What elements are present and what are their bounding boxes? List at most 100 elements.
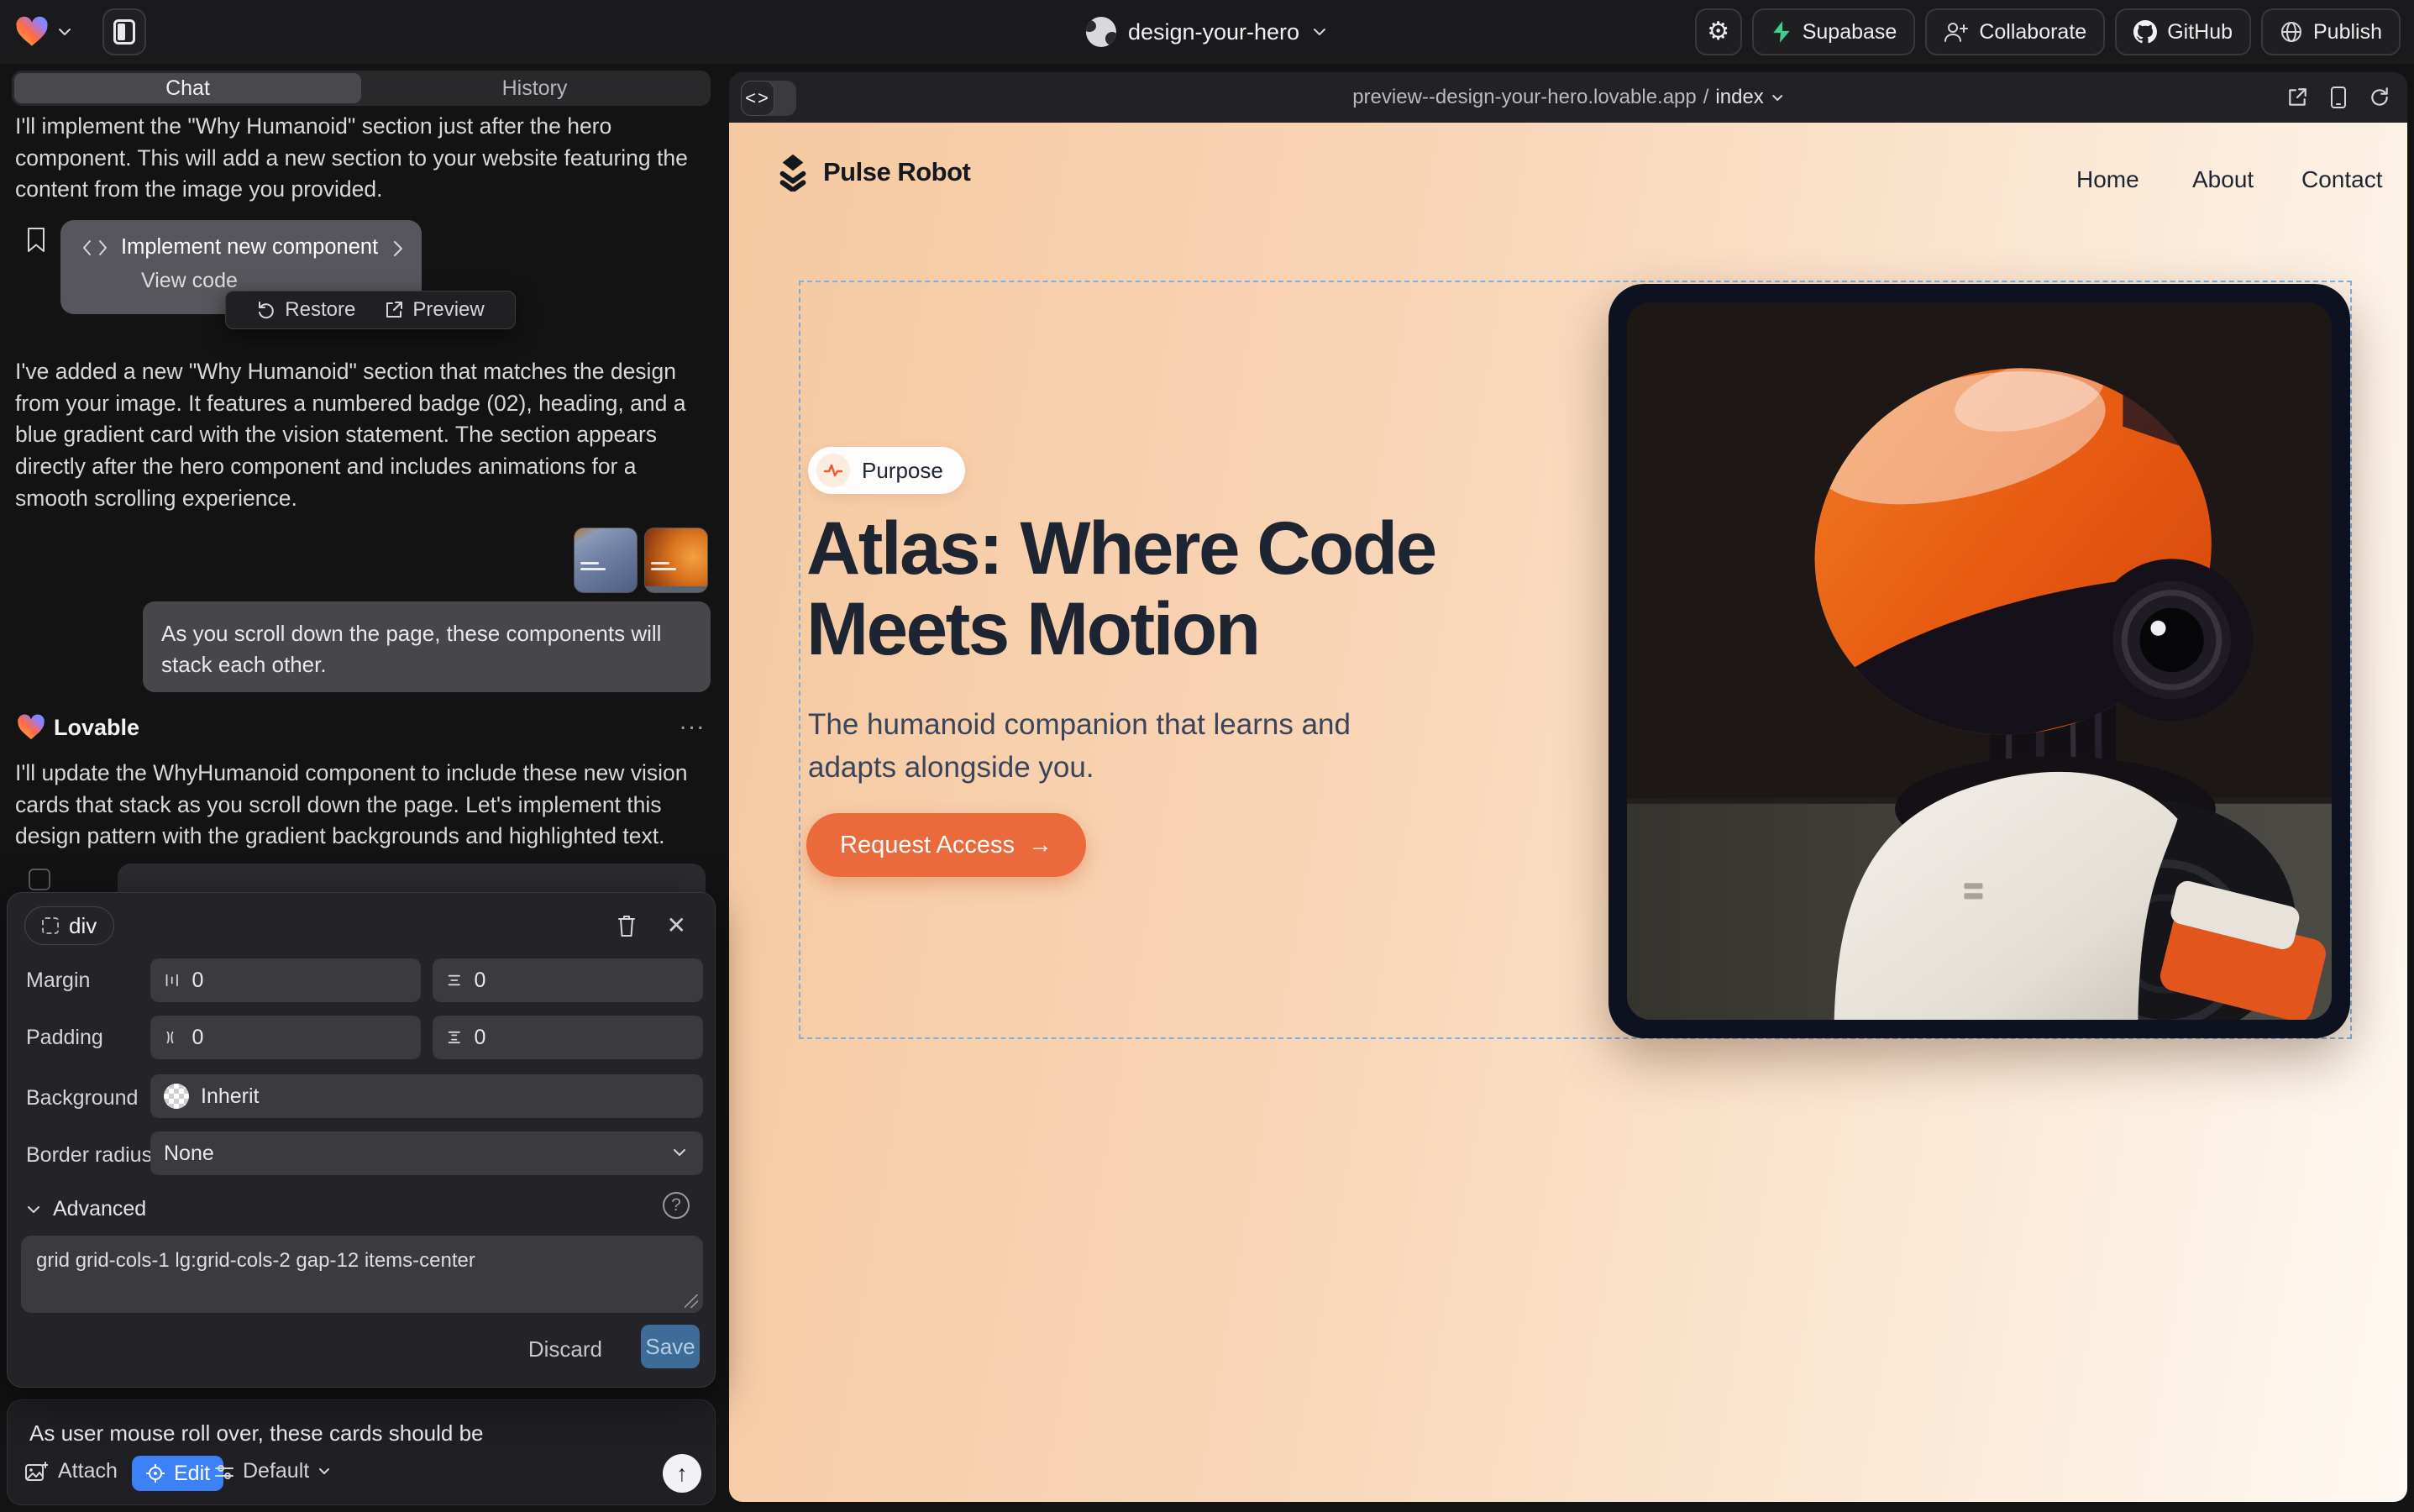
gear-icon: ⚙ (1707, 19, 1729, 45)
tab-chat[interactable]: Chat (14, 73, 361, 103)
element-inspector-panel: div ✕ Margin Padding Background Inherit (7, 892, 716, 1388)
background-input[interactable]: Inherit (150, 1074, 703, 1118)
send-button[interactable]: ↑ (663, 1454, 701, 1493)
phone-icon (2330, 86, 2347, 109)
edit-mode-button[interactable]: Edit (132, 1456, 223, 1491)
open-in-new-tab-button[interactable] (2286, 87, 2308, 108)
target-icon (145, 1463, 165, 1483)
preview-url[interactable]: preview--design-your-hero.lovable.app / … (1352, 72, 1784, 123)
lovable-heart-icon (17, 714, 45, 741)
user-quote-text: As you scroll down the page, these compo… (161, 618, 690, 680)
user-quote-bubble: As you scroll down the page, these compo… (143, 601, 711, 692)
topbar: design-your-hero ⚙ Supabase Collaborate (0, 0, 2414, 64)
select-chevron-down-icon (671, 1147, 688, 1158)
margin-horizontal-icon (164, 971, 180, 990)
sliders-icon (214, 1462, 234, 1481)
supabase-button[interactable]: Supabase (1752, 8, 1916, 55)
classes-textarea[interactable]: grid grid-cols-1 lg:grid-cols-2 gap-12 i… (21, 1236, 703, 1313)
chat-history-tabs: Chat History (12, 71, 711, 106)
margin-label: Margin (26, 969, 90, 993)
padding-x-input[interactable] (150, 1016, 421, 1059)
element-outline-icon (42, 917, 59, 934)
padding-y-input[interactable] (433, 1016, 703, 1059)
assistant-name: Lovable (54, 715, 139, 741)
project-globe-icon (1086, 17, 1116, 47)
app-window: design-your-hero ⚙ Supabase Collaborate (0, 0, 2414, 1512)
version-hover-toolbar: Restore Preview (225, 291, 516, 329)
assistant-message-2: I've added a new "Why Humanoid" section … (15, 356, 706, 514)
publish-button[interactable]: Publish (2261, 8, 2401, 55)
refresh-icon (2369, 87, 2390, 108)
textarea-resize-handle[interactable] (685, 1294, 698, 1308)
site-canvas: Pulse Robot Home About Contact Purpose A… (729, 123, 2407, 1502)
padding-horizontal-icon (164, 1028, 180, 1047)
chat-composer: As user mouse roll over, these cards sho… (7, 1399, 716, 1505)
request-access-button[interactable]: Request Access → (806, 813, 1086, 877)
view-code-link[interactable]: View code (141, 269, 238, 293)
delete-element-button[interactable] (616, 913, 638, 942)
padding-vertical-icon (446, 1028, 462, 1047)
border-radius-label: Border radius (26, 1143, 152, 1168)
margin-x-input[interactable] (150, 958, 421, 1002)
settings-button[interactable]: ⚙ (1695, 8, 1742, 55)
margin-y-input[interactable] (433, 958, 703, 1002)
robot-hero-card (1608, 284, 2350, 1038)
lovable-logo-icon[interactable] (15, 16, 49, 48)
pulse-icon (823, 462, 843, 479)
bookmark-icon[interactable] (25, 227, 47, 258)
message-menu-button[interactable]: ... (680, 707, 706, 736)
sidebar-icon (113, 19, 135, 45)
supabase-icon (1771, 20, 1792, 44)
preview-button[interactable]: Preview (384, 298, 484, 322)
assistant-message-1: I'll implement the "Why Humanoid" sectio… (15, 111, 699, 206)
hero-subtitle: The humanoid companion that learns and a… (808, 704, 1379, 790)
attach-button[interactable]: Attach (24, 1459, 118, 1483)
discard-button[interactable]: Discard (528, 1336, 602, 1362)
advanced-help-button[interactable]: ? (663, 1192, 690, 1219)
assistant-header-row: Lovable ... (17, 712, 711, 746)
margin-vertical-icon (446, 971, 462, 990)
attach-image-icon (24, 1461, 48, 1483)
external-link-icon (384, 300, 404, 320)
close-inspector-button[interactable]: ✕ (667, 911, 686, 939)
code-preview-toggle[interactable]: <> (741, 81, 796, 116)
restore-button[interactable]: Restore (256, 298, 355, 322)
advanced-chevron-icon (26, 1205, 41, 1215)
attachment-thumbnail-blue[interactable] (574, 528, 638, 593)
project-name: design-your-hero (1128, 19, 1299, 45)
composer-input[interactable]: As user mouse roll over, these cards sho… (29, 1420, 484, 1446)
github-button[interactable]: GitHub (2115, 8, 2251, 55)
hero-section: Purpose Atlas: Where Code Meets Motion T… (729, 123, 2407, 1502)
preview-pane: <> preview--design-your-hero.lovable.app… (729, 72, 2407, 1502)
selected-element-tag[interactable]: div (24, 906, 114, 945)
sidebar-toggle-button[interactable] (102, 8, 146, 55)
advanced-section-toggle[interactable]: Advanced (26, 1197, 146, 1221)
tab-history[interactable]: History (361, 73, 708, 103)
mode-chevron-down-icon (317, 1467, 331, 1476)
border-radius-select[interactable]: None (150, 1131, 703, 1175)
transparency-swatch-icon (164, 1084, 189, 1109)
model-selector-button[interactable]: Default (214, 1459, 331, 1483)
robot-hero-image (1627, 302, 2332, 1020)
collaborate-button[interactable]: Collaborate (1925, 8, 2105, 55)
project-chevron-down-icon (1311, 26, 1328, 38)
refresh-button[interactable] (2369, 87, 2390, 108)
purpose-badge[interactable]: Purpose (808, 447, 965, 494)
open-external-icon (2286, 87, 2308, 108)
collaborate-icon (1944, 21, 1969, 43)
logo-chevron-down-icon[interactable] (57, 27, 72, 37)
chevron-right-icon (391, 239, 405, 259)
restore-icon (256, 300, 276, 320)
hidden-card-icon (29, 869, 50, 890)
attachment-thumbnail-orange[interactable] (644, 528, 708, 593)
github-icon (2133, 20, 2157, 44)
assistant-message-3: I'll update the WhyHumanoid component to… (15, 758, 706, 853)
background-label: Background (26, 1086, 138, 1110)
preview-header: <> preview--design-your-hero.lovable.app… (729, 72, 2407, 123)
save-button[interactable]: Save (641, 1325, 700, 1368)
arrow-right-icon: → (1028, 832, 1052, 859)
mobile-view-button[interactable] (2330, 86, 2347, 109)
project-switcher[interactable]: design-your-hero (1086, 0, 1328, 64)
code-icon (82, 239, 108, 257)
url-chevron-down-icon (1771, 93, 1784, 102)
